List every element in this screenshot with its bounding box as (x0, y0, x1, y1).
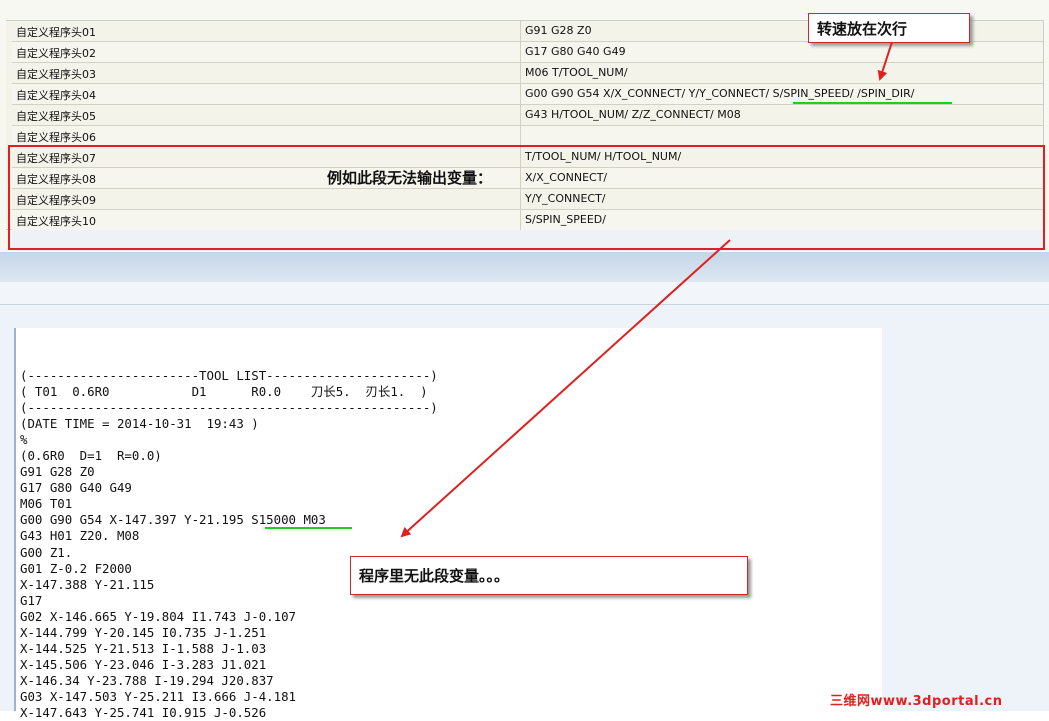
missing-variable-arrow (400, 239, 731, 538)
spindle-arrow (877, 41, 893, 81)
annotation-overlay (265, 41, 952, 538)
watermark-text: 三维网www.3dportal.cn (830, 694, 1003, 709)
